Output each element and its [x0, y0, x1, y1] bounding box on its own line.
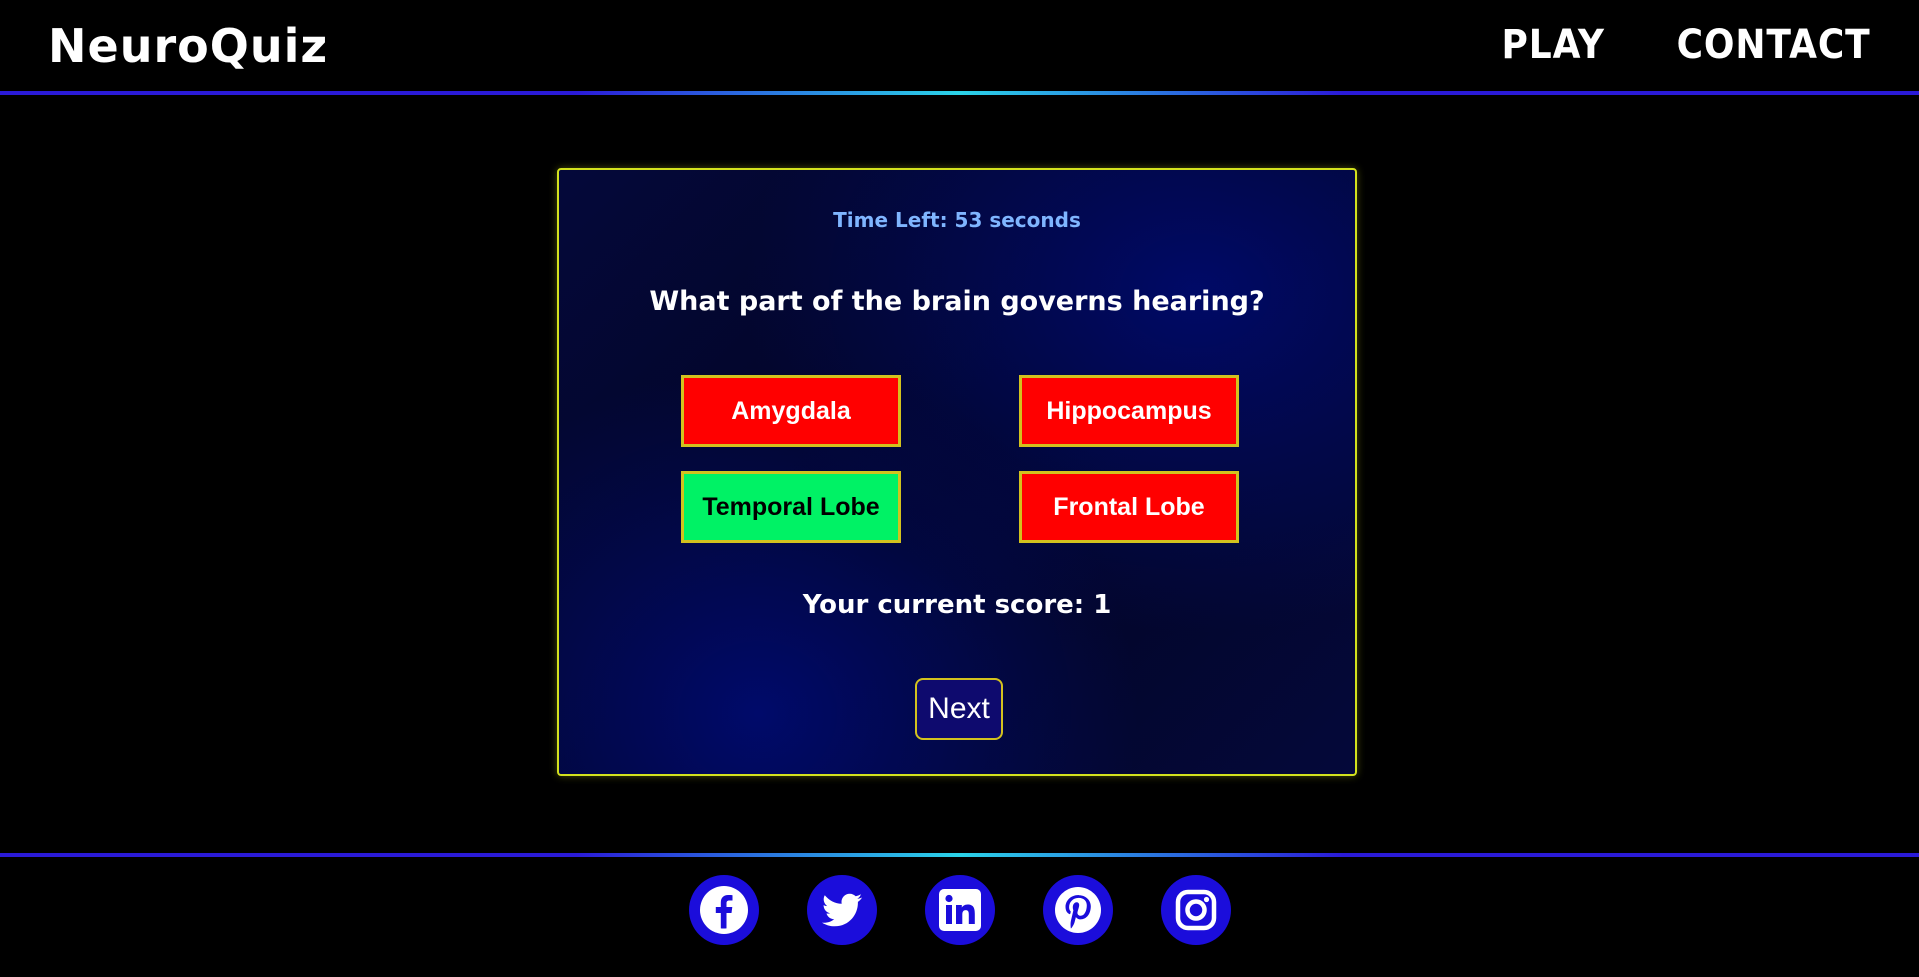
nav-play-link[interactable]: PLAY: [1502, 20, 1605, 70]
nav-contact-link[interactable]: CONTACT: [1677, 20, 1871, 70]
main-nav: PLAY CONTACT: [1490, 20, 1871, 70]
timer-text: Time Left: 53 seconds: [833, 208, 1081, 232]
linkedin-link[interactable]: [924, 875, 995, 945]
facebook-icon: [699, 886, 748, 934]
answer-button-amygdala[interactable]: Amygdala: [681, 375, 901, 447]
social-links: [0, 875, 1919, 945]
next-button[interactable]: Next: [915, 678, 1003, 740]
facebook-link[interactable]: [688, 875, 759, 945]
linkedin-icon: [938, 889, 981, 931]
site-header: NeuroQuiz PLAY CONTACT: [0, 0, 1919, 92]
instagram-icon: [1175, 889, 1216, 931]
answer-button-hippocampus[interactable]: Hippocampus: [1019, 375, 1239, 447]
header-divider: [0, 91, 1919, 95]
pinterest-icon: [1054, 887, 1101, 933]
answer-button-temporal-lobe[interactable]: Temporal Lobe: [681, 471, 901, 543]
site-footer: [0, 857, 1919, 977]
pinterest-link[interactable]: [1042, 875, 1113, 945]
score-text: Your current score: 1: [802, 590, 1112, 620]
site-logo[interactable]: NeuroQuiz: [48, 18, 328, 74]
instagram-link[interactable]: [1160, 875, 1231, 945]
answer-button-frontal-lobe[interactable]: Frontal Lobe: [1019, 471, 1239, 543]
twitter-link[interactable]: [806, 875, 877, 945]
twitter-icon: [821, 893, 862, 927]
quiz-card: Time Left: 53 seconds What part of the b…: [557, 168, 1357, 776]
question-text: What part of the brain governs hearing?: [649, 286, 1265, 317]
